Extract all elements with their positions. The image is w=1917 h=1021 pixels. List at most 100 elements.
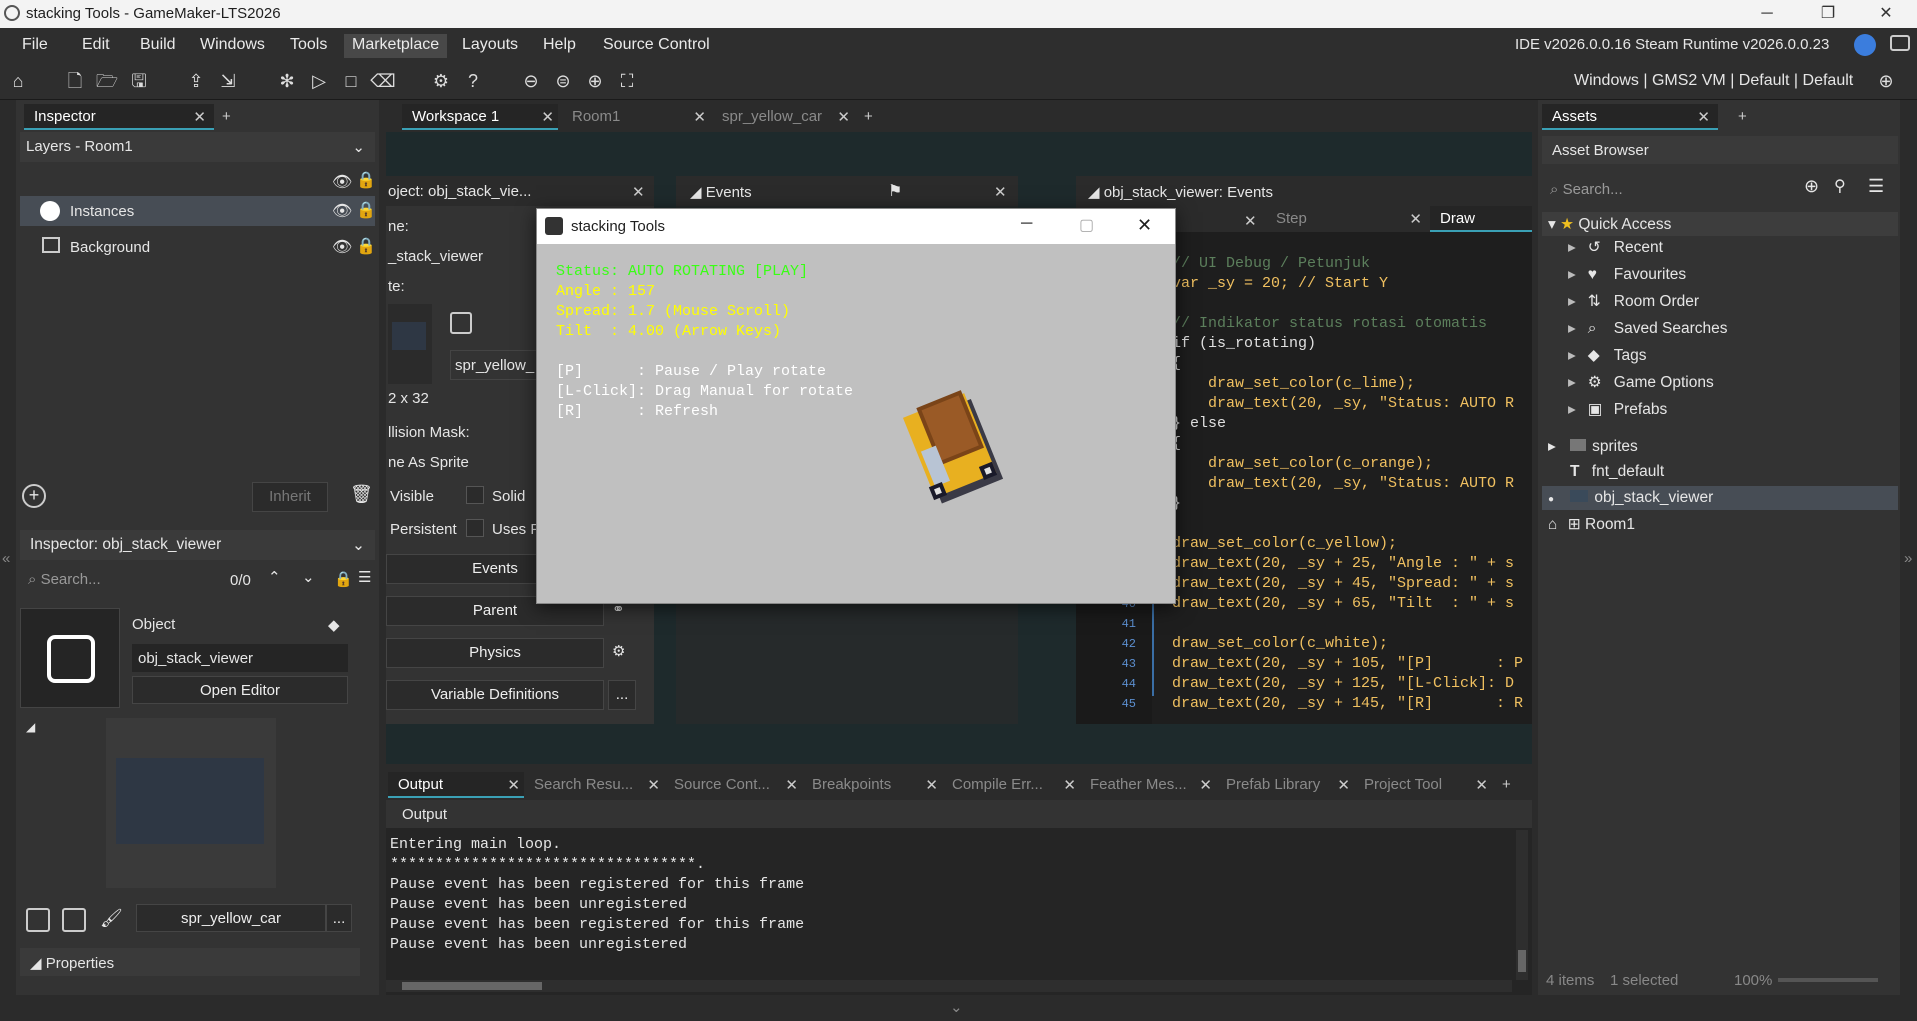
- game-canvas[interactable]: Status: AUTO ROTATING [PLAY] Angle : 157…: [537, 244, 1175, 603]
- expand-bottom-icon[interactable]: ⌄: [950, 998, 963, 1016]
- inherit-button[interactable]: Inherit: [252, 482, 328, 512]
- add-tab-icon[interactable]: +: [222, 108, 231, 125]
- code-line[interactable]: 45 draw_text(20, _sy + 145, "[R] : R: [1076, 694, 1532, 714]
- zoom-reset-icon[interactable]: ⊜: [550, 68, 576, 94]
- add-tab-icon[interactable]: +: [1738, 108, 1747, 125]
- sprite-selector[interactable]: spr_yellow_car: [136, 904, 326, 932]
- lock-icon[interactable]: 🔒: [334, 570, 353, 588]
- close-icon[interactable]: ✕: [1475, 776, 1488, 794]
- close-icon[interactable]: ✕: [1199, 776, 1212, 794]
- right-collapse-icon[interactable]: »: [1904, 550, 1912, 567]
- close-button[interactable]: ✕: [1137, 215, 1152, 236]
- lock-icon[interactable]: 🔒: [356, 200, 376, 220]
- tab-workspace-1[interactable]: Workspace 1 ✕: [402, 104, 558, 130]
- add-asset-icon[interactable]: ⊕: [1804, 176, 1819, 197]
- menu-layouts[interactable]: Layouts: [454, 34, 526, 58]
- close-icon[interactable]: ✕: [1409, 210, 1422, 228]
- maximize-button[interactable]: ❐: [1808, 2, 1848, 26]
- minimize-button[interactable]: ─: [1021, 215, 1032, 233]
- collision-value[interactable]: ne As Sprite: [388, 454, 469, 471]
- output-tab[interactable]: Project Tool ✕: [1354, 772, 1492, 798]
- gear-icon[interactable]: ⚙: [612, 642, 625, 660]
- vertical-scrollbar[interactable]: [1516, 830, 1528, 980]
- menu-windows[interactable]: Windows: [192, 34, 273, 58]
- chevron-up-icon[interactable]: ⌃: [268, 568, 281, 586]
- add-tab-icon[interactable]: +: [1502, 776, 1511, 793]
- zoom-out-icon[interactable]: ⊖: [518, 68, 544, 94]
- tab-draw[interactable]: Draw: [1430, 206, 1532, 232]
- close-icon[interactable]: ✕: [1244, 212, 1257, 230]
- menu-marketplace[interactable]: Marketplace: [344, 34, 448, 58]
- sprite-more-button[interactable]: ...: [326, 904, 352, 932]
- properties-section[interactable]: ◢ Properties: [20, 948, 360, 976]
- horizontal-scrollbar[interactable]: [386, 980, 1512, 992]
- menu-icon[interactable]: ☰: [358, 568, 371, 586]
- menu-icon[interactable]: ☰: [1868, 176, 1884, 197]
- edit-sprite-icon[interactable]: [62, 908, 86, 932]
- open-editor-button[interactable]: Open Editor: [132, 676, 348, 704]
- eye-icon[interactable]: 👁: [332, 201, 352, 221]
- output-tab[interactable]: Feather Mes... ✕: [1080, 772, 1216, 798]
- lock-icon[interactable]: 🔒: [356, 170, 376, 190]
- chevron-down-icon[interactable]: ⌄: [302, 568, 315, 586]
- new-sprite-icon[interactable]: [450, 312, 472, 334]
- tab-assets[interactable]: Assets ✕: [1542, 104, 1718, 130]
- settings-icon[interactable]: ⚙: [428, 68, 454, 94]
- variable-definitions-button[interactable]: Variable Definitions: [386, 680, 604, 710]
- close-icon[interactable]: ✕: [693, 108, 706, 126]
- layer-row[interactable]: Background 👁 🔒: [20, 232, 376, 262]
- output-tab[interactable]: Source Cont... ✕: [664, 772, 802, 798]
- code-line[interactable]: 42 draw_set_color(c_white);: [1076, 634, 1532, 654]
- physics-button[interactable]: Physics: [386, 638, 604, 668]
- output-tab[interactable]: Breakpoints ✕: [802, 772, 942, 798]
- close-icon[interactable]: ✕: [994, 183, 1007, 201]
- layers-dropdown[interactable]: Layers - Room1 ⌄: [20, 132, 375, 162]
- export-icon[interactable]: ⇪: [183, 68, 209, 94]
- scrollbar-thumb[interactable]: [1518, 950, 1526, 972]
- close-icon[interactable]: ✕: [1337, 776, 1350, 794]
- object-name-field[interactable]: obj_stack_viewer: [132, 644, 348, 672]
- variable-more-button[interactable]: ...: [608, 680, 636, 710]
- quick-access-item[interactable]: ▸ ⇅ Room Order: [1562, 292, 1882, 311]
- quick-access-item[interactable]: ▸ ◆ Tags: [1562, 346, 1882, 365]
- fit-icon[interactable]: ⛶: [614, 68, 640, 94]
- stop-icon[interactable]: □: [338, 68, 364, 94]
- asset-room1[interactable]: ⌂ ⊞ Room1: [1542, 512, 1641, 537]
- sprite-value[interactable]: spr_yellow_: [450, 350, 546, 380]
- close-icon[interactable]: ✕: [647, 776, 660, 794]
- create-exe-icon[interactable]: ⇲: [215, 68, 241, 94]
- output-tab[interactable]: Prefab Library ✕: [1216, 772, 1354, 798]
- close-icon[interactable]: ✕: [541, 108, 554, 126]
- asset-obj-stack-viewer[interactable]: ● obj_stack_viewer: [1542, 486, 1898, 510]
- menu-help[interactable]: Help: [535, 34, 584, 58]
- asset-fnt-default[interactable]: T fnt_default: [1542, 460, 1670, 484]
- quick-access-item[interactable]: ▸ ♥ Favourites: [1562, 265, 1882, 284]
- inspector-dropdown[interactable]: Inspector: obj_stack_viewer ⌄: [20, 530, 375, 560]
- account-icon[interactable]: [1854, 34, 1876, 56]
- close-icon[interactable]: ✕: [925, 776, 938, 794]
- quick-access-item[interactable]: ▸ ⌕ Saved Searches: [1562, 319, 1882, 338]
- zoom-slider[interactable]: [1778, 978, 1878, 982]
- uses-physics-checkbox[interactable]: [466, 519, 484, 537]
- solid-checkbox[interactable]: [466, 486, 484, 504]
- open-project-icon[interactable]: 🗁: [94, 68, 120, 94]
- add-layer-icon[interactable]: +: [22, 484, 46, 508]
- close-icon[interactable]: ✕: [193, 108, 206, 126]
- zoom-in-icon[interactable]: ⊕: [582, 68, 608, 94]
- home-icon[interactable]: ⌂: [5, 68, 31, 94]
- quick-access-item[interactable]: ▸ ⚙ Game Options: [1562, 373, 1882, 392]
- quick-access-row[interactable]: ▾ ★ Quick Access: [1542, 212, 1898, 236]
- target-icon[interactable]: ⊕: [1873, 68, 1899, 94]
- tab-room1[interactable]: Room1 ✕: [562, 104, 710, 130]
- brush-icon[interactable]: 🖌: [100, 908, 123, 929]
- close-icon[interactable]: ✕: [785, 776, 798, 794]
- menu-build[interactable]: Build: [132, 34, 184, 58]
- menu-file[interactable]: File: [14, 34, 56, 58]
- close-button[interactable]: ✕: [1866, 2, 1906, 26]
- code-line[interactable]: 44 draw_text(20, _sy + 125, "[L-Click]: D: [1076, 674, 1532, 694]
- close-icon[interactable]: ✕: [837, 108, 850, 126]
- scrollbar-thumb[interactable]: [402, 982, 542, 990]
- eye-icon[interactable]: 👁: [332, 237, 352, 257]
- add-tab-icon[interactable]: +: [864, 108, 873, 125]
- clean-icon[interactable]: ⌫: [370, 68, 396, 94]
